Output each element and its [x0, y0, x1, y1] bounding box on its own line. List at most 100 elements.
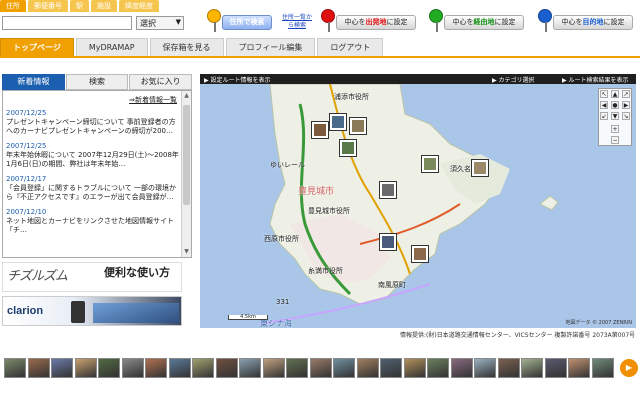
address-search-button[interactable]: 住所で検索: [222, 15, 272, 30]
map-canvas[interactable]: 浦添市役所 豊見城市 豊見城市役所 西原市役所 糸満市役所 南風原町 須久名山 …: [200, 84, 636, 328]
list-item: 2007/12/10 ネット地図とカーナビをリンクさせた地図情報サイト「チ…: [6, 208, 180, 235]
tab-station[interactable]: 駅: [70, 0, 89, 12]
photo-thumbnail[interactable]: [98, 358, 120, 378]
photo-marker[interactable]: [412, 246, 428, 262]
photo-thumbnail[interactable]: [544, 358, 567, 378]
news-text[interactable]: ネット地図とカーナビをリンクさせた地図情報サイト「チ…: [6, 217, 180, 235]
pan-down-icon[interactable]: ▼: [611, 112, 619, 120]
pan-down-left-icon[interactable]: ↙: [600, 112, 608, 120]
address-list-link[interactable]: 住所一覧から検索: [280, 14, 314, 30]
map-zoom-control: ↖ ▲ ↗ ◀ ● ▶ ↙ ▼ ↘ + −: [598, 88, 632, 146]
news-text[interactable]: プレゼントキャンペーン締切について 事前登録者の方へのカーナビプレゼントキャンペ…: [6, 118, 180, 136]
route-result-button[interactable]: ▶ ルート検索結果を表示: [562, 75, 629, 84]
set-start-button[interactable]: 中心を出発地に設定: [336, 15, 416, 30]
photo-thumbnail[interactable]: [568, 358, 590, 378]
news-list-link[interactable]: ⇒新着情報一覧: [129, 95, 177, 105]
photo-marker[interactable]: [312, 122, 328, 138]
tab-search[interactable]: 検索: [65, 74, 129, 90]
photo-thumbnail[interactable]: [262, 358, 285, 378]
nav-profile-edit[interactable]: プロフィール編集: [225, 38, 316, 56]
photo-marker[interactable]: [350, 118, 366, 134]
photo-thumbnail[interactable]: [4, 358, 26, 378]
nav-mydramap[interactable]: MyDRAMAP: [75, 38, 148, 56]
chizurhythm-banner[interactable]: チズルズム 便利な使い方: [2, 262, 182, 292]
pan-up-right-icon[interactable]: ↗: [622, 90, 630, 98]
nav-top-page[interactable]: トップページ: [0, 38, 74, 56]
search-input[interactable]: [2, 16, 132, 30]
photo-marker[interactable]: [422, 156, 438, 172]
scroll-down-icon[interactable]: ▼: [182, 247, 191, 257]
news-date: 2007/12/17: [6, 175, 47, 183]
photo-thumbnail[interactable]: [427, 358, 449, 378]
route-info-label: 設定ルート情報を表示: [210, 77, 271, 84]
nav-saved-box[interactable]: 保存箱を見る: [149, 38, 224, 56]
photo-marker[interactable]: [340, 140, 356, 156]
tab-postal-code[interactable]: 郵便番号: [28, 0, 68, 12]
route-info-button[interactable]: ▶ 設定ルート情報を表示: [204, 75, 271, 84]
photo-thumbnail[interactable]: [521, 358, 543, 378]
photo-thumbnail[interactable]: [192, 358, 214, 378]
nav-logout[interactable]: ログアウト: [317, 38, 384, 56]
photo-thumbnail[interactable]: [215, 358, 238, 378]
map-label-city: 豊見城市: [298, 187, 335, 197]
photo-thumbnail[interactable]: [591, 358, 614, 378]
zoom-out-icon[interactable]: −: [611, 136, 619, 144]
red-pin-icon: [321, 9, 335, 32]
clarion-banner[interactable]: clarion: [2, 296, 182, 326]
pan-right-icon[interactable]: ▶: [622, 101, 630, 109]
pan-down-right-icon[interactable]: ↘: [622, 112, 630, 120]
photo-thumbnail[interactable]: [168, 358, 191, 378]
pan-up-left-icon[interactable]: ↖: [600, 90, 608, 98]
photo-marker[interactable]: [380, 234, 396, 250]
news-text[interactable]: 「会員登録」に関するトラブルについて 一部の環境から『不正アクセスです』のエラー…: [6, 184, 180, 202]
photo-thumbnail[interactable]: [309, 358, 332, 378]
photo-thumbnail[interactable]: [333, 358, 355, 378]
photo-thumbnail[interactable]: [380, 358, 402, 378]
pan-left-icon[interactable]: ◀: [600, 101, 608, 109]
green-pin-icon: [429, 9, 443, 32]
start-suffix: に設定: [386, 18, 408, 26]
photo-thumbnail[interactable]: [286, 358, 308, 378]
pan-up-icon[interactable]: ▲: [611, 90, 619, 98]
photo-marker[interactable]: [330, 114, 346, 130]
select-value: 選択: [140, 19, 156, 28]
tab-address[interactable]: 住所: [0, 0, 26, 12]
photo-thumbnail[interactable]: [497, 358, 520, 378]
set-via-button[interactable]: 中心を経由地に設定: [444, 15, 524, 30]
photo-thumbnail[interactable]: [403, 358, 426, 378]
map-label-city: 南風原町: [378, 281, 406, 289]
tab-news[interactable]: 新着情報: [2, 74, 65, 90]
scroll-thumb[interactable]: [183, 105, 190, 205]
photo-thumbnail[interactable]: [474, 358, 496, 378]
zoom-in-icon[interactable]: +: [611, 125, 619, 133]
photo-thumbnail[interactable]: [27, 358, 50, 378]
tab-favorites[interactable]: お気に入り: [129, 74, 193, 90]
banner-logo: チズルズム: [7, 269, 68, 284]
photo-thumbnail[interactable]: [121, 358, 144, 378]
map-label-rail: ゆいレール: [270, 161, 305, 169]
news-text[interactable]: 年末年始休暇について 2007年12月29日(土)〜2008年1月6日(日)の期…: [6, 151, 180, 169]
photo-thumbnail[interactable]: [51, 358, 73, 378]
tab-facility[interactable]: 施設: [91, 0, 117, 12]
photo-marker[interactable]: [380, 182, 396, 198]
scroll-up-icon[interactable]: ▲: [182, 91, 191, 101]
dest-prefix: 中心を: [561, 18, 583, 26]
banner-tagline: 便利な使い方: [104, 266, 170, 279]
news-list: 2007/12/25 プレゼントキャンペーン締切について 事前登録者の方へのカー…: [6, 109, 180, 241]
photo-marker[interactable]: [472, 160, 488, 176]
pan-center-icon[interactable]: ●: [611, 101, 619, 109]
photo-thumbnail[interactable]: [145, 358, 167, 378]
prefecture-select[interactable]: 選択 ▼: [136, 16, 184, 30]
news-date: 2007/12/25: [6, 142, 47, 150]
via-highlight: 経由地: [473, 18, 495, 26]
category-select-button[interactable]: ▶ カテゴリ選択: [492, 75, 535, 84]
photo-thumbnail[interactable]: [239, 358, 261, 378]
photo-thumbnail[interactable]: [356, 358, 379, 378]
set-destination-button[interactable]: 中心を目的地に設定: [553, 15, 633, 30]
play-icon[interactable]: ▶: [620, 359, 638, 377]
news-scrollbar[interactable]: ▲ ▼: [181, 91, 191, 257]
photo-thumbnail[interactable]: [450, 358, 473, 378]
tab-latlng[interactable]: 緯度経度: [119, 0, 159, 12]
photo-thumbnail[interactable]: [74, 358, 97, 378]
main-nav: トップページ MyDRAMAP 保存箱を見る プロフィール編集 ログアウト: [0, 38, 640, 58]
